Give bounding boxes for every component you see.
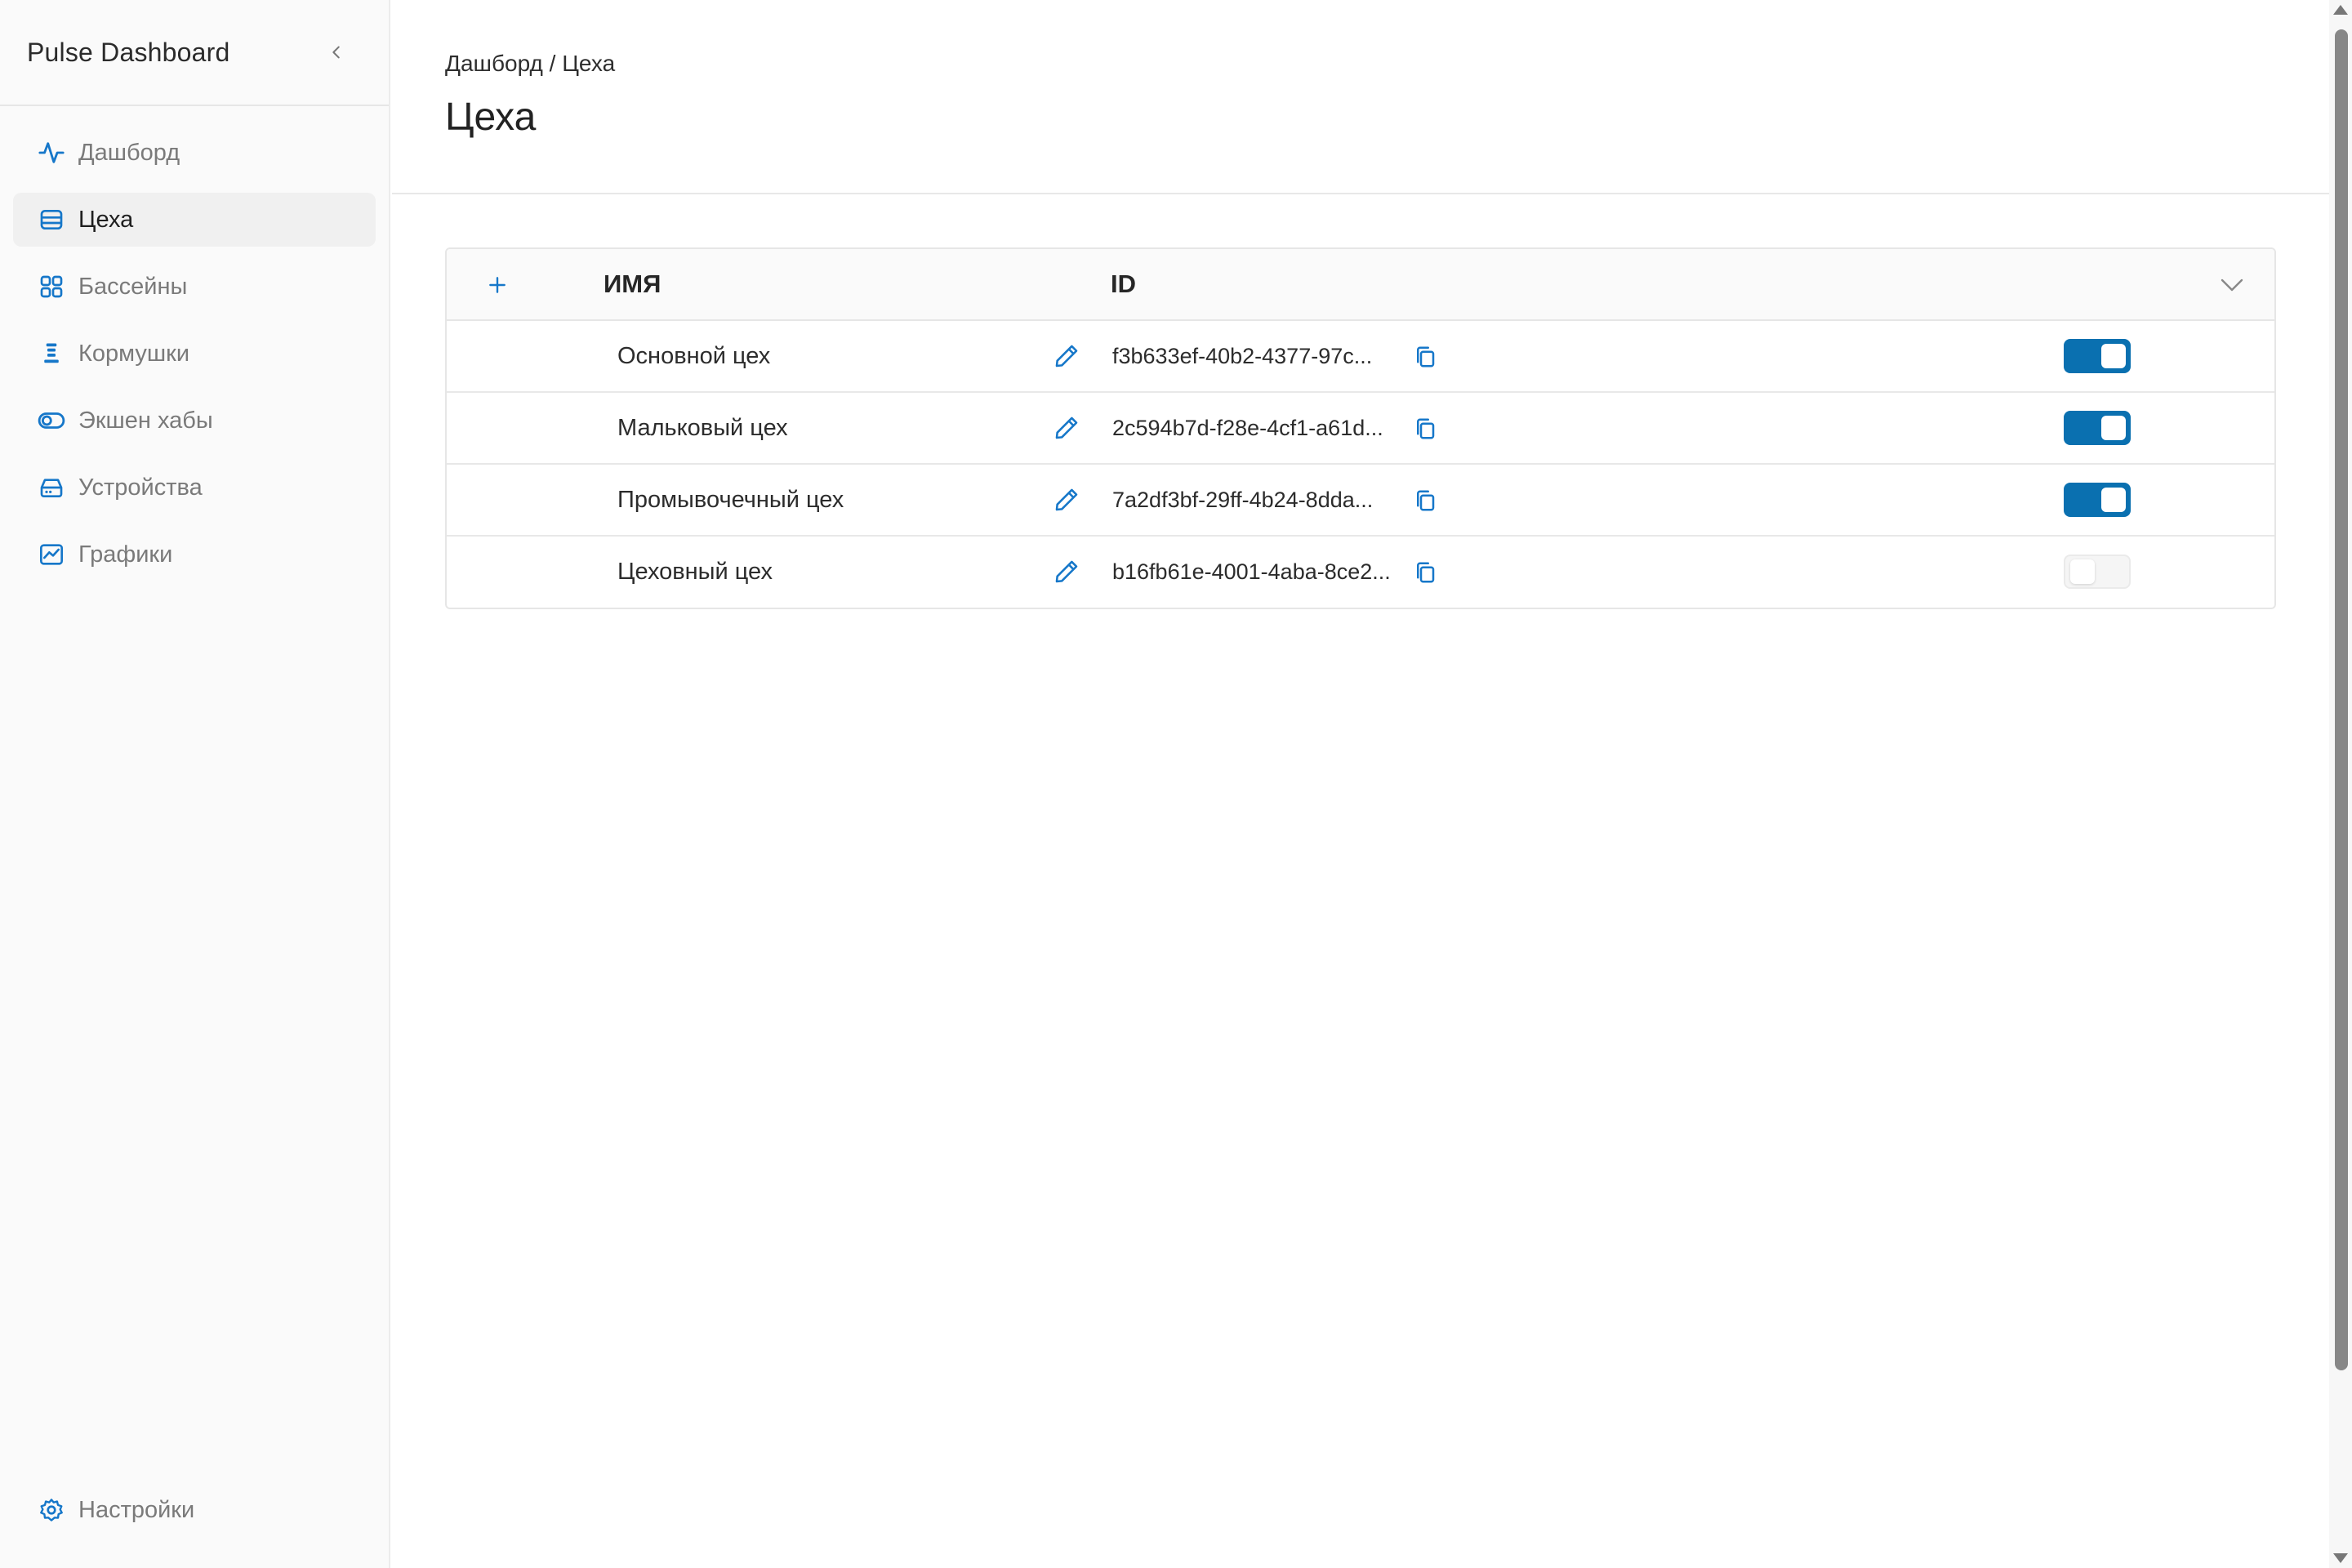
toggle-knob [2101,488,2126,512]
sidebar-item-label: Бассейны [78,273,188,300]
sidebar-item-action-hubs[interactable]: Экшен хабы [13,394,376,448]
copy-id-button[interactable] [1409,341,1441,373]
sidebar-item-settings[interactable]: Настройки [13,1483,376,1537]
enabled-toggle[interactable] [2064,483,2131,517]
copy-icon [1417,490,1435,511]
scrollbar[interactable] [2329,0,2352,1568]
sidebar-item-pools[interactable]: Бассейны [13,260,376,314]
scroll-up-arrow[interactable] [2333,5,2348,15]
page-title: Цеха [445,96,537,139]
table-row: Промывочечный цех 7a2df3bf-29ff-4b24-8dd… [447,465,2274,537]
chevron-down-icon [2221,278,2243,292]
enabled-toggle[interactable] [2064,555,2131,589]
sidebar-item-label: Устройства [78,474,203,501]
table-header: ИМЯ ID [447,249,2274,321]
add-workshop-button[interactable] [473,261,522,310]
toggle-knob [2101,416,2126,440]
workshops-table: ИМЯ ID Основной цех f3b633ef-40b2-4377-9… [445,247,2276,609]
expand-table-button[interactable] [2214,267,2250,303]
sidebar-item-label: Кормушки [78,340,190,367]
sidebar-item-feeders[interactable]: Кормушки [13,327,376,381]
sidebar-item-workshops[interactable]: Цеха [13,193,376,247]
workshop-id: 7a2df3bf-29ff-4b24-8dda... [1112,487,1374,512]
sidebar-header: Pulse Dashboard [0,0,389,106]
pencil-icon [1055,416,1078,439]
edit-button[interactable] [1049,411,1084,445]
enabled-toggle[interactable] [2064,411,2131,445]
workshop-name: Мальковый цех [617,414,788,441]
copy-id-button[interactable] [1409,412,1441,445]
toggle-knob [2101,344,2126,368]
page-header: Дашборд / Цеха Цеха [392,0,2329,194]
toggle-knob [2070,559,2095,584]
workshop-id: 2c594b7d-f28e-4cf1-a61d... [1112,415,1383,440]
copy-id-button[interactable] [1409,556,1441,589]
app-title: Pulse Dashboard [27,37,230,67]
copy-id-button[interactable] [1409,484,1441,517]
table-row: Мальковый цех 2c594b7d-f28e-4cf1-a61d... [447,393,2274,465]
column-header-id[interactable]: ID [1111,249,1136,319]
workshop-name: Цеховный цех [617,558,773,585]
device-icon [38,474,65,501]
pencil-icon [1055,488,1078,511]
chart-icon [38,541,65,568]
scroll-down-arrow[interactable] [2333,1553,2348,1563]
copy-icon [1417,346,1435,368]
copy-icon [1417,418,1435,439]
edit-button[interactable] [1049,339,1084,373]
workshop-id: b16fb61e-4001-4aba-8ce2... [1112,559,1391,584]
sidebar-nav: Дашборд Цеха Бассейны Кормушки Экшен хаб… [0,106,389,581]
workshop-name: Основной цех [617,342,771,369]
gear-icon [38,1496,65,1524]
main-content: Дашборд / Цеха Цеха ИМЯ ID Основной цех … [392,0,2329,1568]
workshop-id: f3b633ef-40b2-4377-97c... [1112,343,1373,368]
breadcrumb: Дашборд / Цеха [445,51,616,76]
edit-button[interactable] [1049,483,1084,517]
column-header-name[interactable]: ИМЯ [604,249,661,319]
sidebar-item-dashboard[interactable]: Дашборд [13,126,376,180]
toggle-icon [38,407,65,434]
feeder-icon [38,340,65,368]
layers-icon [38,206,65,234]
activity-icon [38,139,65,167]
sidebar-item-devices[interactable]: Устройства [13,461,376,514]
plus-icon [489,277,506,293]
chevron-left-icon [332,46,340,59]
sidebar-item-label: Дашборд [78,139,180,166]
pencil-icon [1055,560,1078,583]
scrollbar-thumb[interactable] [2335,29,2348,1370]
sidebar-item-label: Настройки [78,1496,195,1523]
sidebar-item-charts[interactable]: Графики [13,528,376,581]
sidebar-item-label: Графики [78,541,173,568]
sidebar: Pulse Dashboard Дашборд Цеха Бассейны Ко… [0,0,390,1568]
table-row: Основной цех f3b633ef-40b2-4377-97c... [447,321,2274,393]
sidebar-item-label: Экшен хабы [78,407,213,434]
table-row: Цеховный цех b16fb61e-4001-4aba-8ce2... [447,537,2274,608]
enabled-toggle[interactable] [2064,339,2131,373]
collapse-sidebar-button[interactable] [320,36,353,69]
workshop-name: Промывочечный цех [617,486,844,513]
copy-icon [1417,562,1435,583]
pencil-icon [1055,345,1078,368]
grid-icon [38,273,65,301]
sidebar-item-label: Цеха [78,206,134,233]
edit-button[interactable] [1049,555,1084,589]
